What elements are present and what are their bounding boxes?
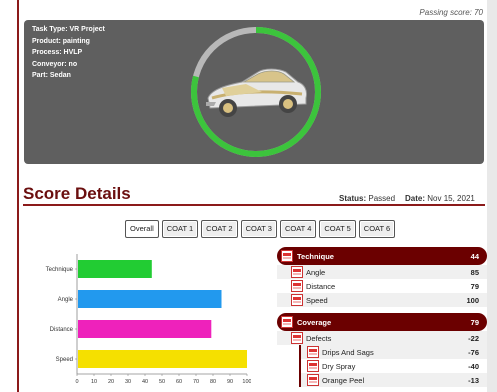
x-tick-label: 40: [142, 379, 148, 385]
tab-coat-6[interactable]: COAT 6: [358, 220, 396, 238]
paint-sprayer-icon: [291, 332, 303, 344]
row-value: -76: [468, 347, 479, 357]
coverage-rows: Defects -22 Drips And Sags -76 Dry Spray -4…: [277, 331, 487, 387]
row-value: 79: [470, 281, 479, 291]
category-label: Angle: [58, 297, 74, 303]
category-label: Technique: [46, 267, 74, 273]
coverage-score: 79: [470, 317, 479, 327]
x-tick-label: 70: [193, 379, 199, 385]
x-tick-label: 20: [108, 379, 114, 385]
sedan-model-image: [206, 68, 307, 117]
tab-coat-3[interactable]: COAT 3: [240, 220, 277, 238]
tab-coat-5[interactable]: COAT 5: [319, 220, 356, 238]
part-preview: Task Type: VR Project Product: painting …: [24, 20, 484, 164]
bar-speed: [78, 350, 247, 368]
part: Part: Sedan: [32, 72, 71, 79]
tab-coat-2[interactable]: COAT 2: [201, 220, 238, 238]
paint-sprayer-icon: [281, 316, 293, 328]
tab-coat-4[interactable]: COAT 4: [279, 220, 317, 238]
row-label: Drips And Sags: [322, 347, 374, 357]
row-label: Angle: [306, 267, 326, 277]
x-tick-label: 60: [176, 379, 182, 385]
paint-sprayer-icon: [307, 374, 319, 386]
x-tick-label: 50: [159, 379, 165, 385]
date-label: Date:: [405, 194, 426, 203]
conveyor: Conveyor: no: [32, 60, 78, 68]
status-text: Status: Passed: [339, 194, 395, 203]
score-bar-chart: Technique Angle Distance Speed 0 10 20 30 40 50 60…: [46, 254, 251, 385]
tab-overall[interactable]: Overall: [125, 220, 159, 238]
row-label: Orange Peel: [322, 375, 365, 385]
x-tick-label: 10: [91, 379, 97, 385]
table-row: Distance 79: [277, 279, 487, 293]
divider: [23, 204, 485, 206]
score-table: Technique 44 Angle 85 Distance 79 Speed 100…: [277, 247, 487, 387]
table-row: Angle 85: [277, 265, 487, 279]
row-label: Dry Spray: [322, 361, 356, 371]
paint-sprayer-icon: [291, 266, 303, 278]
page-scroll-gutter: [487, 0, 497, 392]
date-text: Date: Nov 15, 2021: [405, 194, 475, 203]
x-tick-label: 80: [210, 379, 216, 385]
x-tick-label: 90: [227, 379, 233, 385]
technique-rows: Angle 85 Distance 79 Speed 100: [277, 265, 487, 307]
bar-angle: [78, 290, 222, 308]
table-row: Dry Spray -40: [301, 359, 487, 373]
table-row: Drips And Sags -76: [301, 345, 487, 359]
process: Process: HVLP: [32, 49, 83, 56]
status-label: Status:: [339, 194, 367, 203]
page-title: Score Details: [23, 184, 131, 203]
row-label: Speed: [306, 295, 328, 305]
bar-distance: [78, 320, 212, 338]
row-label: Distance: [306, 281, 336, 291]
paint-sprayer-icon: [281, 250, 293, 262]
category-label: Distance: [50, 327, 74, 333]
paint-sprayer-icon: [307, 360, 319, 372]
passing-score: Passing score: 70: [419, 8, 483, 17]
bar-technique: [78, 260, 152, 278]
table-row: Orange Peel -13: [301, 373, 487, 387]
coverage-label: Coverage: [297, 317, 332, 327]
x-tick-label: 0: [75, 379, 78, 385]
tab-coat-1[interactable]: COAT 1: [161, 220, 199, 238]
row-value: -13: [468, 375, 479, 385]
technique-label: Technique: [297, 251, 334, 261]
row-value: -22: [468, 333, 479, 343]
row-value: 85: [470, 267, 479, 277]
paint-sprayer-icon: [291, 280, 303, 292]
row-value: -40: [468, 361, 479, 371]
defects-row[interactable]: Defects -22: [277, 331, 487, 345]
technique-score: 44: [470, 251, 479, 261]
task-info: Task Type: VR Project Product: painting …: [32, 24, 105, 82]
table-row: Speed 100: [277, 293, 487, 307]
row-label: Defects: [306, 333, 332, 343]
x-tick-label: 100: [242, 379, 251, 385]
defect-subrows: Drips And Sags -76 Dry Spray -40 Orange Pe…: [299, 345, 487, 387]
technique-header[interactable]: Technique 44: [277, 247, 487, 265]
status-value: Passed: [368, 194, 396, 203]
score-panel: Passing score: 70 Task Type: VR Project …: [17, 0, 487, 392]
task-type: Task Type: VR Project: [32, 26, 105, 33]
category-label: Speed: [56, 357, 73, 363]
product: Product: painting: [32, 37, 90, 45]
row-value: 100: [466, 295, 479, 305]
paint-sprayer-icon: [307, 346, 319, 358]
date-value: Nov 15, 2021: [427, 194, 475, 203]
coverage-header[interactable]: Coverage 79: [277, 313, 487, 331]
x-tick-label: 30: [125, 379, 131, 385]
coat-tabs: Overall COAT 1 COAT 2 COAT 3 COAT 4 COAT…: [125, 220, 396, 238]
paint-sprayer-icon: [291, 294, 303, 306]
